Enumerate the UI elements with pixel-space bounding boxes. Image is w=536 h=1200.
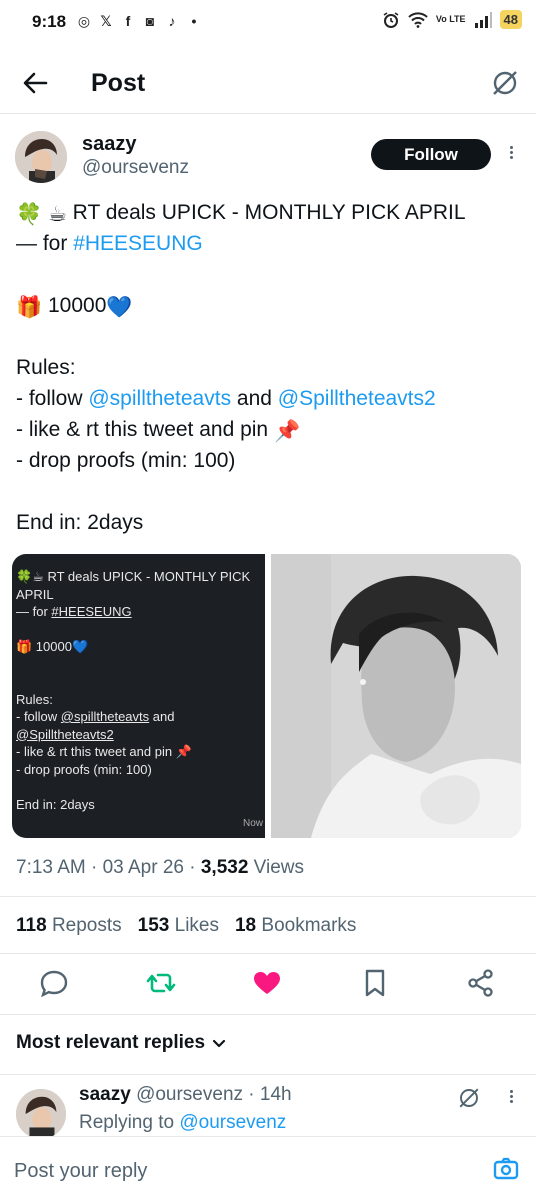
reply-input[interactable]: [14, 1157, 454, 1185]
post-rule-proofs: - drop proofs (min: 100): [16, 449, 236, 472]
likes-stat[interactable]: 153 Likes: [138, 915, 219, 937]
engagement-stats: 118 Reposts 153 Likes 18 Bookmarks: [16, 915, 356, 937]
blue-heart-emoji-icon: 💙: [106, 296, 133, 319]
reply-sort-dropdown[interactable]: Most relevant replies: [16, 1032, 227, 1054]
author-avatar[interactable]: [15, 131, 67, 183]
post-line-prize: 🎁 10000💙: [16, 290, 526, 321]
top-app-bar: Post: [0, 56, 536, 112]
meta-divider: [0, 896, 536, 897]
alarm-icon: [383, 11, 399, 28]
bookmarks-stat[interactable]: 18 Bookmarks: [235, 915, 356, 937]
status-bar: 9:18 ◎ 𝕏 f ◙ ♪ • Vo LTE 48: [0, 0, 536, 46]
reply-more-options-icon[interactable]: [505, 1088, 517, 1108]
post-line-for: — for #HEESEUNG: [16, 232, 203, 255]
more-options-icon[interactable]: [505, 144, 517, 164]
reply-composer: [0, 1136, 536, 1200]
replies-divider: [0, 1074, 536, 1075]
post-end-date: End in: 2days: [16, 511, 144, 534]
gift-emoji-icon: 🎁: [16, 296, 43, 319]
media-text-screenshot[interactable]: 🍀☕ RT deals UPICK - MONTHLY PICK APRIL —…: [12, 554, 265, 838]
like-heart-icon[interactable]: [250, 966, 284, 1000]
bookmark-icon[interactable]: [358, 966, 392, 1000]
post-rule-like: - like & rt this tweet and pin 📌: [16, 414, 526, 445]
stats-divider: [0, 953, 536, 954]
facebook-icon: f: [125, 13, 131, 29]
clover-emoji-icon: 🍀: [16, 569, 33, 584]
coffee-emoji-icon: ☕: [32, 569, 44, 584]
signal-icon: [474, 11, 492, 28]
back-arrow-icon[interactable]: [18, 68, 52, 98]
blue-heart-emoji-icon: 💙: [71, 639, 89, 654]
battery-icon: 48: [499, 10, 522, 29]
chevron-down-icon: [212, 1039, 226, 1048]
wifi-icon: [408, 11, 428, 28]
follow-button[interactable]: Follow: [371, 139, 491, 170]
notification-icons: ◎ 𝕏 f ◙ ♪ •: [76, 13, 202, 30]
volte-icon: Vo LTE: [435, 14, 466, 24]
gift-emoji-icon: 🎁: [16, 639, 33, 654]
post-text: 🍀 ☕ RT deals UPICK - MONTHLY PICK APRIL …: [16, 197, 526, 538]
author-name[interactable]: saazy: [82, 133, 137, 156]
clover-emoji-icon: 🍀: [16, 203, 43, 226]
pushpin-emoji-icon: 📌: [175, 744, 192, 759]
mention-link[interactable]: @spilltheteavts: [88, 387, 231, 410]
whatsapp-icon: ◎: [77, 13, 91, 29]
coffee-emoji-icon: ☕: [48, 203, 67, 226]
post-rule-follow: - follow @spilltheteavts and @Spillthete…: [16, 387, 436, 410]
reposts-stat[interactable]: 118 Reposts: [16, 915, 122, 937]
action-bar: [0, 966, 536, 1002]
media-corner-label: Now: [242, 817, 263, 829]
actions-divider: [0, 1014, 536, 1015]
post-rules-title: Rules:: [16, 356, 76, 379]
media-photo[interactable]: [271, 554, 521, 838]
instagram-icon: ◙: [145, 13, 155, 29]
grok-icon[interactable]: [490, 68, 520, 98]
reply-icon[interactable]: [37, 966, 71, 1000]
reply-avatar[interactable]: [16, 1089, 66, 1139]
camera-icon[interactable]: [492, 1155, 520, 1183]
page-title: Post: [91, 69, 146, 97]
author-handle[interactable]: @oursevenz: [82, 157, 189, 179]
x-icon: 𝕏: [100, 13, 112, 29]
post-meta: 7:13 AM · 03 Apr 26 · 3,532 Views: [16, 857, 305, 878]
system-icons: Vo LTE 48: [382, 10, 522, 29]
tiktok-icon: ♪: [168, 13, 176, 29]
status-time: 9:18: [32, 12, 67, 31]
hashtag-link[interactable]: #HEESEUNG: [73, 232, 203, 255]
post-line-title: 🍀 ☕ RT deals UPICK - MONTHLY PICK APRIL: [16, 197, 526, 228]
dot-icon: •: [191, 13, 197, 29]
share-icon[interactable]: [464, 966, 498, 1000]
mention-link[interactable]: @oursevenz: [179, 1112, 286, 1133]
header-divider: [0, 113, 536, 114]
grok-icon[interactable]: [457, 1086, 481, 1110]
mention-link[interactable]: @Spilltheteavts2: [278, 387, 436, 410]
pushpin-emoji-icon: 📌: [273, 420, 301, 443]
repost-icon[interactable]: [144, 966, 178, 1000]
replying-to: Replying to @oursevenz: [79, 1112, 287, 1133]
reply-author[interactable]: saazy @oursevenz · 14h: [79, 1084, 292, 1106]
